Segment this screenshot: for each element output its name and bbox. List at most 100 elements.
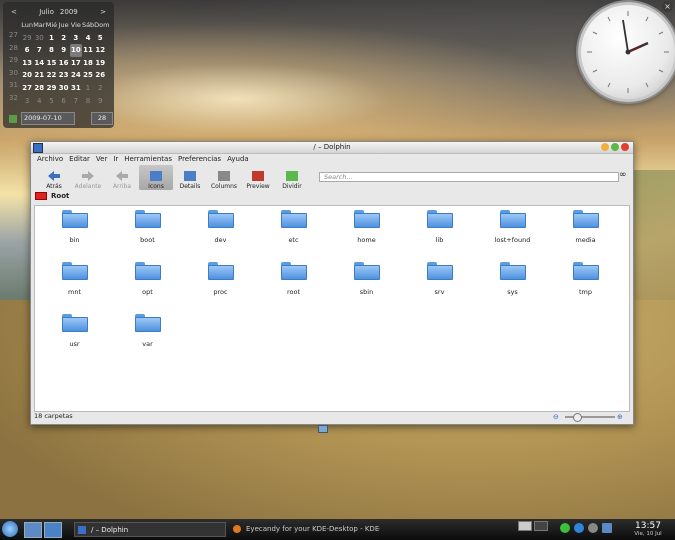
binoculars-icon[interactable]: ∞ (619, 170, 627, 180)
calendar-next-button[interactable]: > (100, 8, 106, 16)
calendar-day[interactable]: 28 (33, 82, 45, 95)
folder-item[interactable]: etc (257, 210, 330, 262)
calendar-day[interactable]: 16 (58, 57, 70, 70)
calendar-day[interactable]: 1 (82, 82, 94, 95)
network-icon[interactable] (560, 523, 570, 533)
folder-item[interactable]: mnt (38, 262, 111, 314)
taskbar-clock[interactable]: 13:57 Vie, 10 Jul (628, 521, 668, 537)
folder-item[interactable]: opt (111, 262, 184, 314)
calendar-date-field[interactable]: 2009-07-10 (21, 112, 75, 125)
calendar-day[interactable]: 30 (33, 32, 45, 45)
toolbar-button-details[interactable]: Details (173, 166, 207, 190)
task-browser[interactable]: Eyecandy for your KDE-Desktop - KDE-Loo (230, 522, 380, 537)
menu-item-archivo[interactable]: Archivo (37, 154, 63, 164)
zoom-in-icon[interactable]: ⊕ (617, 413, 623, 421)
week-number-spinbox[interactable]: 28 (91, 112, 113, 125)
folder-item[interactable]: home (330, 210, 403, 262)
calendar-day[interactable]: 9 (58, 44, 70, 57)
window-titlebar[interactable]: / – Dolphin (31, 142, 633, 154)
calendar-day[interactable]: 3 (21, 95, 33, 108)
calendar-day[interactable]: 31 (70, 82, 82, 95)
toolbar-button-atrás[interactable]: Atrás (37, 166, 71, 190)
maximize-button[interactable] (611, 143, 619, 151)
breadcrumb-root[interactable]: Root (51, 192, 69, 200)
toolbar-button-adelante[interactable]: Adelante (71, 166, 105, 190)
folder-item[interactable]: dev (184, 210, 257, 262)
calendar-day[interactable]: 4 (82, 32, 94, 45)
toolbar-button-dividir[interactable]: Dividir (275, 166, 309, 190)
menu-item-preferencias[interactable]: Preferencias (178, 154, 221, 164)
calendar-day[interactable]: 22 (45, 69, 57, 82)
toolbar-button-columns[interactable]: Columns (207, 166, 241, 190)
calendar-day[interactable]: 1 (45, 32, 57, 45)
toolbar-button-preview[interactable]: Preview (241, 166, 275, 190)
zoom-slider[interactable]: ⊖ ⊕ (553, 413, 623, 422)
menu-item-editar[interactable]: Editar (69, 154, 90, 164)
calendar-day[interactable]: 6 (58, 95, 70, 108)
folder-item[interactable]: root (257, 262, 330, 314)
calendar-day[interactable]: 15 (45, 57, 57, 70)
desktop-2[interactable] (534, 521, 548, 531)
folder-item[interactable]: proc (184, 262, 257, 314)
calendar-icon[interactable] (9, 114, 17, 123)
calendar-month[interactable]: Julio (39, 8, 54, 16)
file-manager-launcher-icon[interactable] (44, 522, 62, 538)
minimize-button[interactable] (601, 143, 609, 151)
calendar-day[interactable]: 3 (70, 32, 82, 45)
calendar-prev-button[interactable]: < (11, 8, 17, 16)
calendar-day[interactable]: 21 (33, 69, 45, 82)
updater-icon[interactable] (574, 523, 584, 533)
folder-item[interactable]: srv (403, 262, 476, 314)
file-view[interactable]: bin boot dev etc home lib lost+found media mnt op… (34, 205, 630, 433)
zoom-out-icon[interactable]: ⊖ (553, 413, 559, 421)
menu-item-ayuda[interactable]: Ayuda (227, 154, 249, 164)
task-dolphin[interactable]: / – Dolphin (74, 522, 226, 537)
menu-item-herramientas[interactable]: Herramientas (124, 154, 172, 164)
menu-item-ver[interactable]: Ver (96, 154, 107, 164)
folder-item[interactable]: media (549, 210, 622, 262)
calendar-day[interactable]: 30 (58, 82, 70, 95)
calendar-day[interactable]: 17 (70, 57, 82, 70)
calendar-day[interactable]: 14 (33, 57, 45, 70)
calendar-day[interactable]: 2 (94, 82, 106, 95)
calendar-day[interactable]: 11 (82, 44, 94, 57)
calendar-day[interactable]: 27 (21, 82, 33, 95)
calendar-day[interactable]: 4 (33, 95, 45, 108)
calendar-day[interactable]: 13 (21, 57, 33, 70)
folder-item[interactable]: sys (476, 262, 549, 314)
root-location-icon[interactable] (35, 192, 47, 200)
toolbar-button-icons[interactable]: Icons (139, 165, 173, 190)
folder-item[interactable]: tmp (549, 262, 622, 314)
folder-item[interactable]: boot (111, 210, 184, 262)
calendar-day[interactable]: 8 (45, 44, 57, 57)
menu-item-ir[interactable]: Ir (113, 154, 118, 164)
toolbar-button-arriba[interactable]: Arriba (105, 166, 139, 190)
calendar-day[interactable]: 9 (94, 95, 106, 108)
calendar-day[interactable]: 7 (70, 95, 82, 108)
calendar-day[interactable]: 29 (21, 32, 33, 45)
calendar-day[interactable]: 7 (33, 44, 45, 57)
clipboard-icon[interactable] (602, 523, 612, 533)
calendar-day[interactable]: 6 (21, 44, 33, 57)
calendar-day[interactable]: 26 (94, 69, 106, 82)
device-notifier-icon[interactable] (588, 523, 598, 533)
calendar-day[interactable]: 19 (94, 57, 106, 70)
folder-item[interactable]: lost+found (476, 210, 549, 262)
zoom-slider-handle[interactable] (573, 413, 582, 422)
search-input[interactable]: Search... (319, 172, 619, 182)
calendar-day[interactable]: 2 (58, 32, 70, 45)
desktop-1[interactable] (518, 521, 532, 531)
calendar-day[interactable]: 12 (94, 44, 106, 57)
calendar-year[interactable]: 2009 (60, 8, 78, 16)
calendar-day[interactable]: 10 (69, 44, 82, 57)
folder-item[interactable]: var (111, 314, 184, 366)
show-desktop-icon[interactable] (24, 522, 42, 538)
calendar-day[interactable]: 18 (82, 57, 94, 70)
calendar-day[interactable]: 8 (82, 95, 94, 108)
calendar-day[interactable]: 5 (45, 95, 57, 108)
folder-item[interactable]: usr (38, 314, 111, 366)
calendar-day[interactable]: 25 (82, 69, 94, 82)
folder-item[interactable]: sbin (330, 262, 403, 314)
folder-item[interactable]: bin (38, 210, 111, 262)
calendar-day[interactable]: 29 (45, 82, 57, 95)
